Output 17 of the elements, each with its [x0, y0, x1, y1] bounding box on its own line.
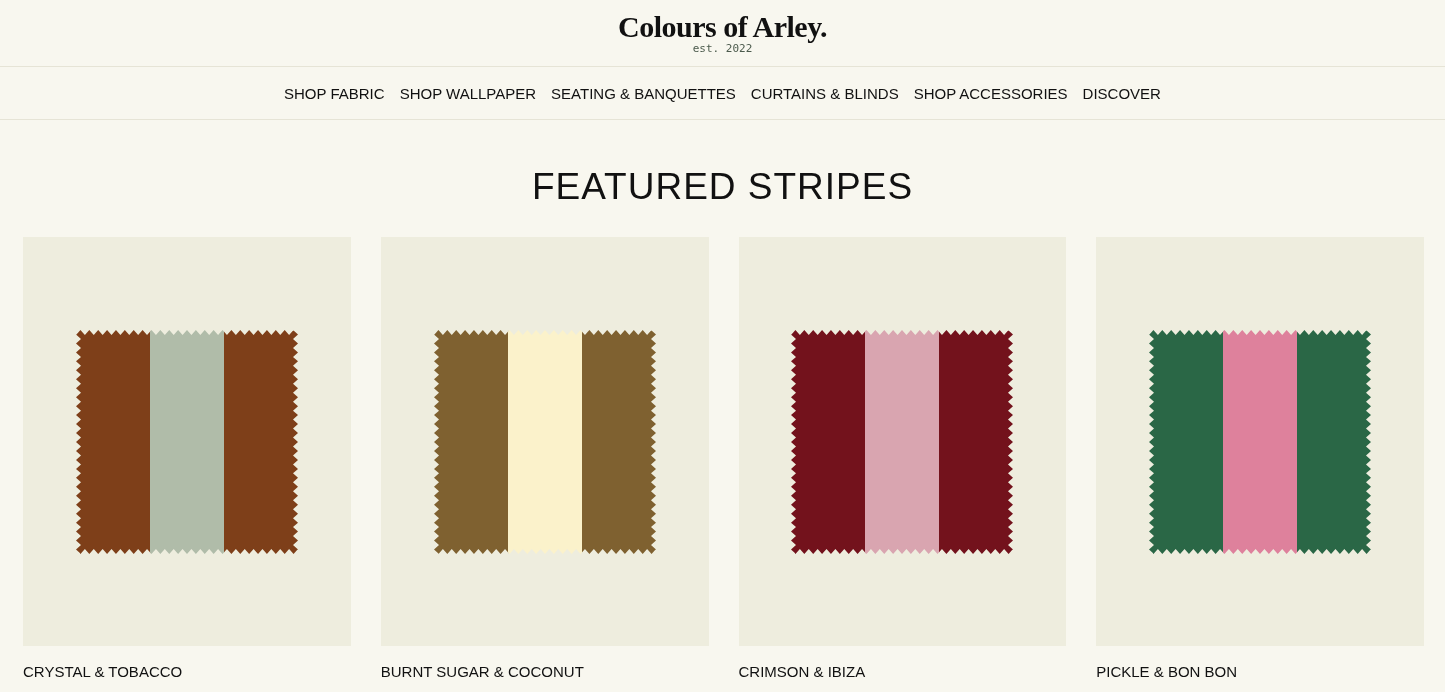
product-name[interactable]: PICKLE & BON BON — [1096, 663, 1424, 680]
nav-link[interactable]: SHOP WALLPAPER — [399, 84, 537, 102]
product-image-tile[interactable] — [380, 237, 709, 646]
nav-link[interactable]: CURTAINS & BLINDS — [750, 84, 899, 102]
product-name[interactable]: CRYSTAL & TOBACCO — [23, 663, 351, 680]
nav-link[interactable]: SHOP ACCESSORIES — [913, 84, 1068, 102]
product-image-tile[interactable] — [1096, 237, 1424, 646]
logo[interactable]: Colours of Arley. — [618, 11, 827, 43]
nav-link[interactable]: SHOP FABRIC — [284, 84, 385, 102]
product-name[interactable]: CRIMSON & IBIZA — [738, 663, 1067, 680]
section-heading: FEATURED STRIPES — [530, 165, 915, 209]
logo-tagline: est. 2022 — [692, 43, 753, 55]
nav-link[interactable]: DISCOVER — [1082, 84, 1161, 102]
product-name[interactable]: BURNT SUGAR & COCONUT — [380, 663, 709, 680]
nav-link[interactable]: SEATING & BANQUETTES — [551, 84, 736, 102]
product-image-tile[interactable] — [738, 237, 1067, 646]
product-image-tile[interactable] — [23, 237, 351, 646]
